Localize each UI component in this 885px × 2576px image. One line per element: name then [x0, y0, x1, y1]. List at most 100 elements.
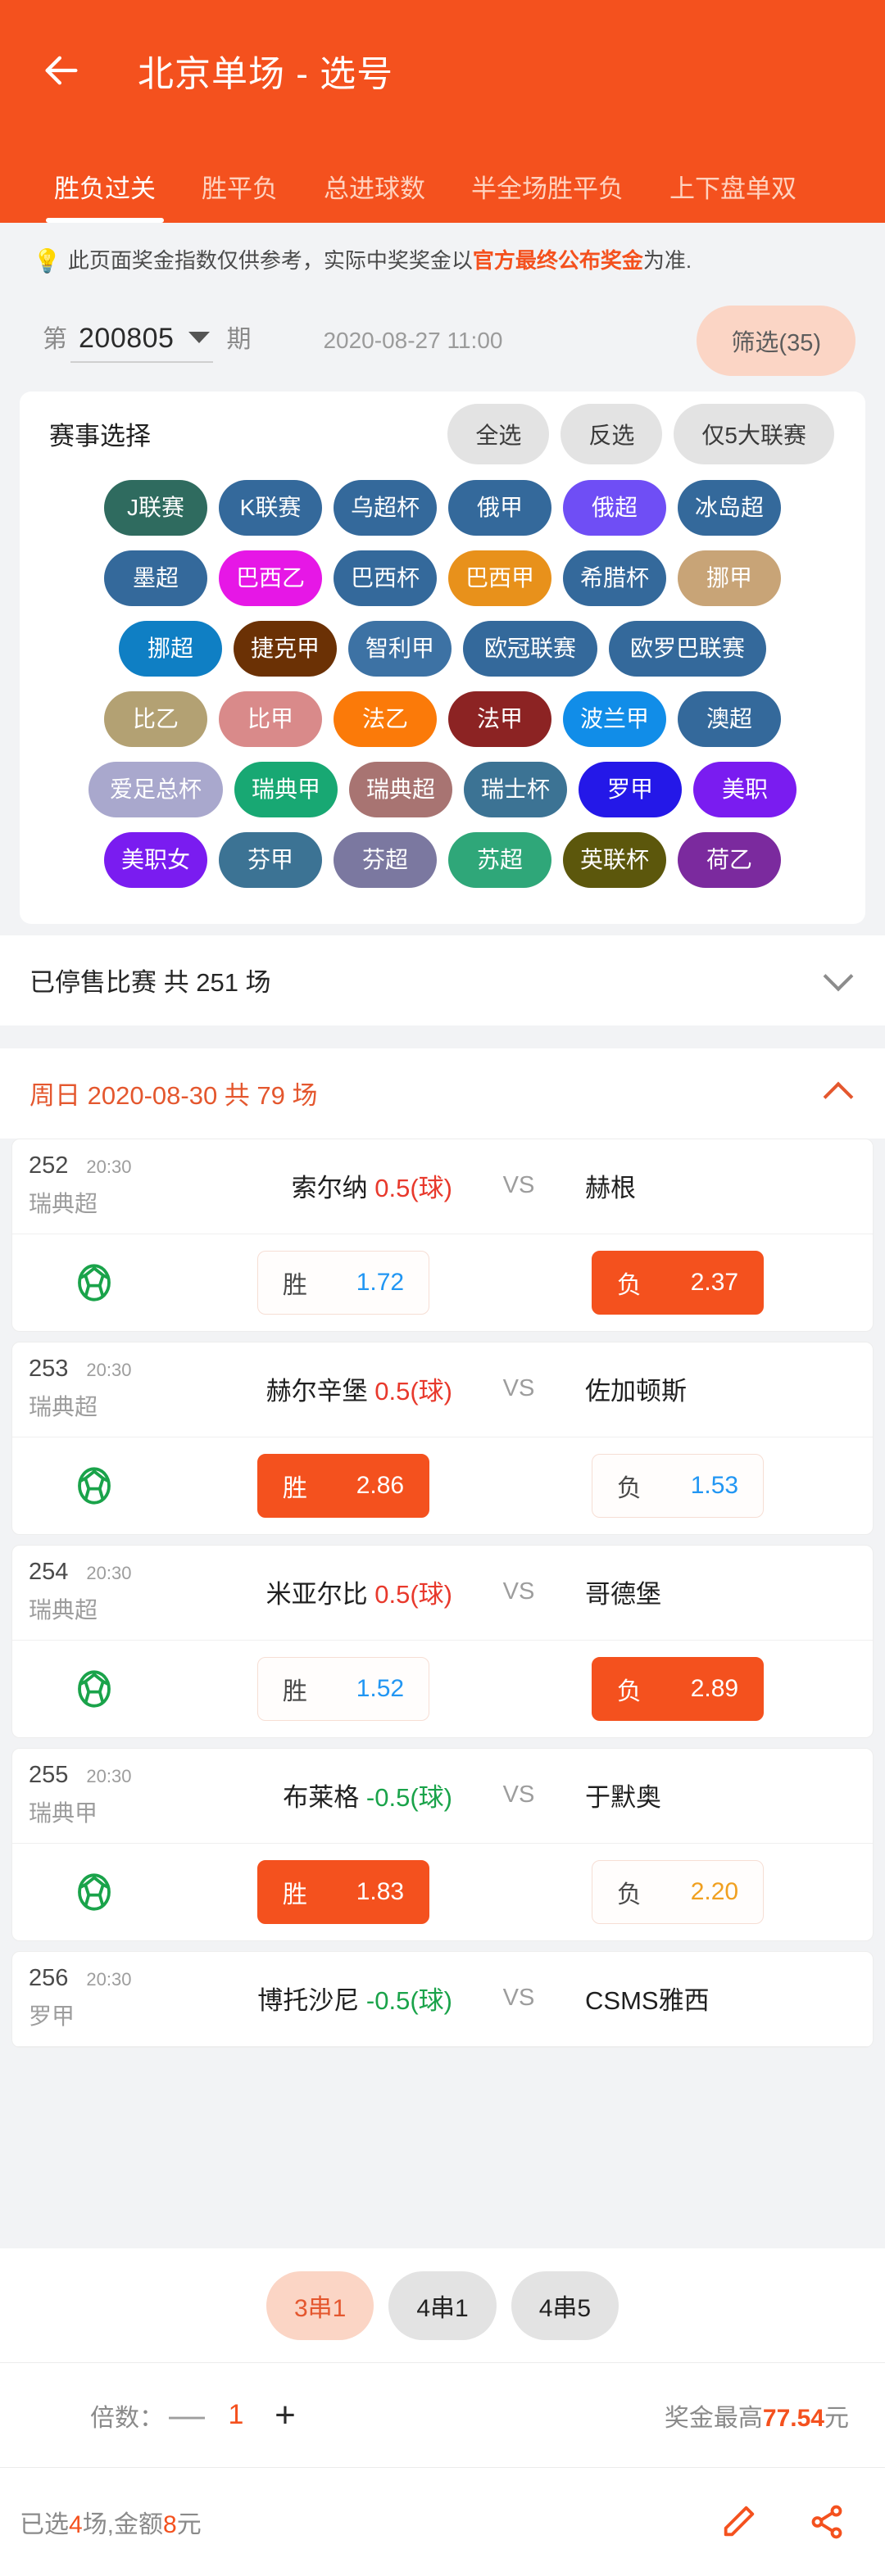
match-teams: 赫尔辛堡 0.5(球) VS 佐加顿斯: [165, 1370, 873, 1407]
multiplier-value[interactable]: 1: [210, 2399, 262, 2431]
league-chip[interactable]: 挪甲: [678, 550, 781, 606]
league-chip[interactable]: 比乙: [104, 690, 207, 747]
pencil-icon[interactable]: [719, 2503, 757, 2541]
league-chip[interactable]: 波兰甲: [563, 690, 666, 747]
combo-3x1[interactable]: 3串1: [266, 2270, 374, 2340]
league-chip[interactable]: 希腊杯: [563, 550, 666, 606]
league-chip[interactable]: 捷克甲: [233, 620, 337, 677]
football-icon[interactable]: [12, 1667, 176, 1711]
match-number: 256: [29, 1964, 69, 1991]
league-chip[interactable]: 美职女: [104, 831, 207, 888]
league-chip[interactable]: 巴西甲: [448, 550, 551, 606]
odd-button[interactable]: 胜 1.83: [257, 1859, 429, 1924]
match-row[interactable]: 252 20:30 瑞典超 索尔纳 0.5(球) VS 赫根胜 1.72 负 2.37: [11, 1138, 874, 1332]
day-group-label: 周日 2020-08-30 共 79 场: [30, 1081, 318, 1111]
league-chip[interactable]: K联赛: [219, 479, 322, 536]
odd-button[interactable]: 胜 1.52: [257, 1656, 429, 1721]
league-chip[interactable]: 智利甲: [347, 620, 452, 677]
league-chip[interactable]: 挪超: [118, 620, 222, 677]
league-chip[interactable]: 澳超: [678, 690, 781, 747]
tab-banquanchang[interactable]: 半全场胜平负: [448, 168, 647, 223]
league-chip[interactable]: 罗甲: [579, 761, 682, 817]
league-chip[interactable]: 俄超: [563, 479, 666, 536]
closed-matches-bar[interactable]: 已停售比赛 共 251 场: [0, 935, 885, 1025]
league-chip[interactable]: 欧罗巴联赛: [609, 620, 767, 677]
match-number: 254: [29, 1558, 69, 1585]
odd-button[interactable]: 负 2.20: [592, 1859, 764, 1924]
bottom-panel: 3串1 4串1 4串5 倍数： — 1 + 奖金最高77.54元 已选4场,金额…: [0, 2248, 885, 2576]
home-team: 博托沙尼 -0.5(球): [165, 1980, 457, 2017]
top5-leagues-button[interactable]: 仅5大联赛: [674, 403, 834, 464]
invert-selection-button[interactable]: 反选: [560, 403, 663, 464]
share-icon[interactable]: [808, 2503, 846, 2541]
tab-shengfuguoguan[interactable]: 胜负过关: [31, 168, 179, 223]
league-chip[interactable]: 巴西杯: [334, 550, 437, 606]
max-prize-prefix: 奖金最高: [664, 2404, 763, 2432]
football-icon[interactable]: [12, 1870, 176, 1914]
league-chip[interactable]: 荷乙: [678, 831, 781, 888]
combo-4x1[interactable]: 4串1: [388, 2270, 497, 2340]
league-chip[interactable]: 芬甲: [219, 831, 322, 888]
match-row[interactable]: 254 20:30 瑞典超 米亚尔比 0.5(球) VS 哥德堡胜 1.52 负 2.89: [11, 1544, 874, 1738]
league-chip[interactable]: 法甲: [448, 690, 551, 747]
league-chip[interactable]: 瑞典超: [349, 761, 452, 817]
league-chip[interactable]: 瑞典甲: [234, 761, 338, 817]
league-chip[interactable]: 苏超: [448, 831, 551, 888]
match-league: 瑞典甲: [29, 1800, 98, 1826]
combo-4x5[interactable]: 4串5: [511, 2270, 620, 2340]
handicap: 0.5(球): [374, 1579, 452, 1609]
league-chip[interactable]: 美职: [693, 761, 796, 817]
match-number-line: 254 20:30: [29, 1559, 165, 1586]
league-chip[interactable]: 俄甲: [448, 479, 551, 536]
league-chip[interactable]: 法乙: [334, 690, 437, 747]
combo-options: 3串1 4串1 4串5: [0, 2248, 885, 2363]
football-icon[interactable]: [12, 1464, 176, 1508]
league-chip[interactable]: 巴西乙: [219, 550, 322, 606]
league-chip[interactable]: 芬超: [334, 831, 437, 888]
football-icon[interactable]: [12, 1261, 176, 1305]
match-meta: 254 20:30 瑞典超: [12, 1559, 165, 1625]
vs-label: VS: [502, 1171, 535, 1198]
match-odds-row: 胜 1.83 负 2.20: [12, 1844, 873, 1940]
multiplier-increment-button[interactable]: +: [262, 2397, 308, 2433]
multiplier-decrement-button[interactable]: —: [164, 2397, 210, 2433]
vs-label: VS: [502, 1984, 535, 2011]
away-team-name: 赫根: [585, 1173, 636, 1202]
league-chip[interactable]: 爱足总杯: [88, 761, 223, 817]
odd-button[interactable]: 负 2.89: [592, 1656, 764, 1721]
select-all-button[interactable]: 全选: [447, 403, 550, 464]
period-selector[interactable]: 第 200805 期: [43, 319, 251, 363]
league-chip[interactable]: 瑞士杯: [464, 761, 567, 817]
odd-button[interactable]: 负 2.37: [592, 1250, 764, 1315]
tab-shengpingfu[interactable]: 胜平负: [179, 168, 301, 223]
odd-button[interactable]: 胜 1.72: [257, 1250, 429, 1315]
match-number-line: 255 20:30: [29, 1762, 165, 1789]
day-group-bar[interactable]: 周日 2020-08-30 共 79 场: [0, 1048, 885, 1139]
match-row[interactable]: 256 20:30 罗甲 博托沙尼 -0.5(球) VS CSMS雅西: [11, 1950, 874, 2048]
league-chip[interactable]: 欧冠联赛: [462, 620, 597, 677]
chevron-down-icon[interactable]: [823, 961, 854, 991]
odds-group: 胜 1.72 负 2.37: [176, 1250, 853, 1315]
arrow-left-icon[interactable]: [36, 45, 87, 96]
match-row[interactable]: 253 20:30 瑞典超 赫尔辛堡 0.5(球) VS 佐加顿斯胜 2.86 负 1.53: [11, 1341, 874, 1535]
match-time: 20:30: [86, 1968, 132, 1990]
period-dropdown[interactable]: 200805: [70, 323, 214, 363]
league-chip[interactable]: J联赛: [104, 479, 207, 536]
tab-shangxiapan[interactable]: 上下盘单双: [647, 168, 819, 223]
tab-zongjinqiushu[interactable]: 总进球数: [301, 168, 448, 223]
league-chip[interactable]: 冰岛超: [678, 479, 781, 536]
selection-summary-row: 已选4场,金额8元: [0, 2468, 885, 2576]
league-chip[interactable]: 比甲: [219, 690, 322, 747]
odd-value: 1.53: [690, 1471, 739, 1499]
odds-group: 胜 1.83 负 2.20: [176, 1859, 853, 1924]
league-chip[interactable]: 英联杯: [563, 831, 666, 888]
odd-button[interactable]: 胜 2.86: [257, 1453, 429, 1518]
chevron-up-icon[interactable]: [823, 1081, 854, 1111]
filter-button[interactable]: 筛选(35): [697, 305, 856, 376]
odd-button[interactable]: 负 1.53: [592, 1453, 764, 1518]
league-chip[interactable]: 乌超杯: [334, 479, 437, 536]
league-chip[interactable]: 墨超: [104, 550, 207, 606]
away-team-name: 于默奥: [585, 1782, 661, 1812]
notice-text-before: 此页面奖金指数仅供参考，实际中奖奖金以: [67, 248, 473, 274]
match-row[interactable]: 255 20:30 瑞典甲 布莱格 -0.5(球) VS 于默奥胜 1.83 负 2.20: [11, 1747, 874, 1941]
